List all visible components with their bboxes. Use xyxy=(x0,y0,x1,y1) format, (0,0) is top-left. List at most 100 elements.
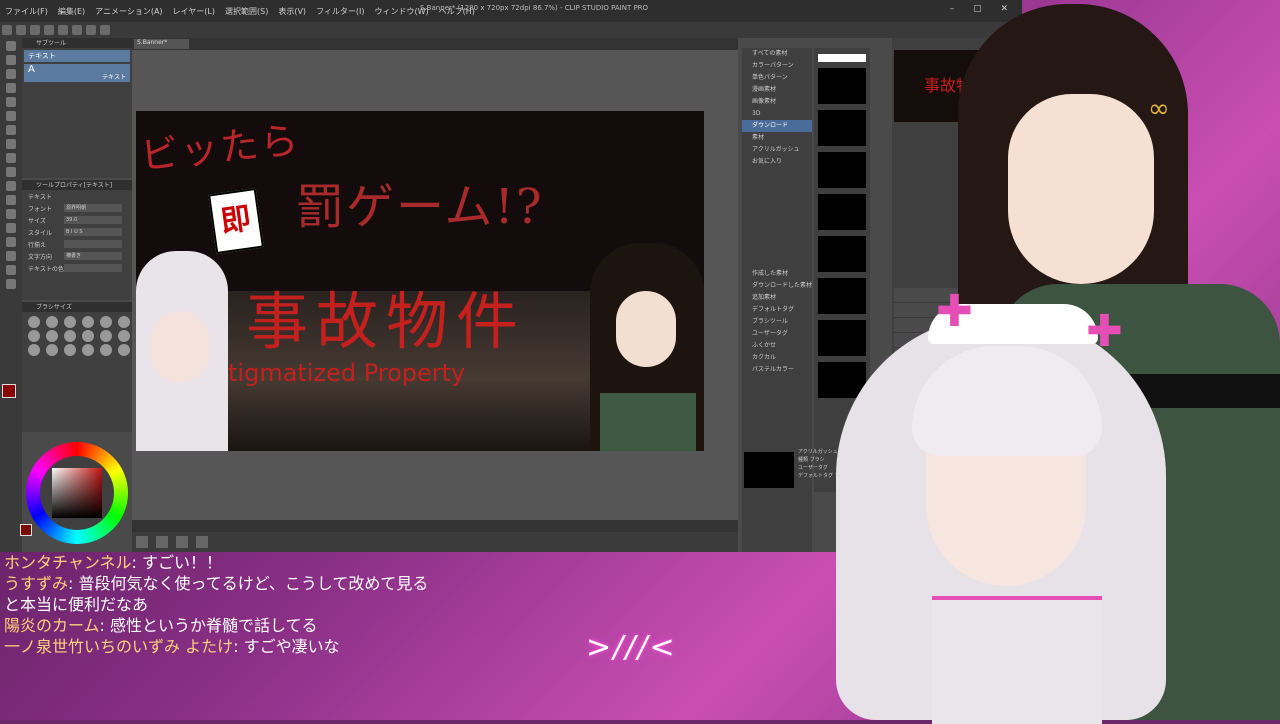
prop-align[interactable]: 行揃え xyxy=(22,238,132,250)
lasso-icon[interactable] xyxy=(6,83,16,93)
brush-size-dot[interactable] xyxy=(46,316,58,328)
undo-icon[interactable] xyxy=(44,25,54,35)
move-icon[interactable] xyxy=(6,55,16,65)
material-thumb[interactable] xyxy=(818,152,866,188)
zoom-out-icon[interactable] xyxy=(176,536,188,548)
cross-icon: ✚ xyxy=(936,286,973,337)
gradient-icon[interactable] xyxy=(6,209,16,219)
figure-icon[interactable] xyxy=(6,223,16,233)
brush-size-dot[interactable] xyxy=(100,344,112,356)
brush-size-dot[interactable] xyxy=(82,344,94,356)
brush-size-dot[interactable] xyxy=(82,316,94,328)
material-thumb[interactable] xyxy=(818,68,866,104)
redo-icon[interactable] xyxy=(58,25,68,35)
material-thumb[interactable] xyxy=(818,54,866,62)
brush-size-dot[interactable] xyxy=(64,344,76,356)
pen-icon[interactable] xyxy=(6,111,16,121)
material-thumb[interactable] xyxy=(818,194,866,230)
ruler-icon[interactable] xyxy=(6,251,16,261)
material-tree-item-selected[interactable]: ダウンロード xyxy=(742,120,812,132)
color-wheel[interactable] xyxy=(26,442,128,544)
material-tree-item[interactable]: すべての素材 xyxy=(742,48,812,60)
search-tag[interactable]: ユーザータグ xyxy=(742,328,812,340)
subtool-text-preview[interactable]: A テキスト xyxy=(24,64,130,82)
brush-size-dot[interactable] xyxy=(118,344,130,356)
material-tree-item[interactable]: 単色パターン xyxy=(742,72,812,84)
search-tag[interactable]: 作成した素材 xyxy=(742,268,812,280)
menu-view[interactable]: 表示(V) xyxy=(273,6,311,17)
prop-direction[interactable]: 文字方向 横書き xyxy=(22,250,132,262)
main-color-swatch[interactable] xyxy=(2,384,16,398)
prop-font[interactable]: フォント 源界明朝 xyxy=(22,202,132,214)
material-thumb[interactable] xyxy=(818,110,866,146)
brush-size-dot[interactable] xyxy=(28,344,40,356)
subtool-header: サブツール xyxy=(22,38,132,48)
saturation-value-square[interactable] xyxy=(52,468,102,518)
eraser-icon[interactable] xyxy=(6,181,16,191)
airbrush-icon[interactable] xyxy=(6,153,16,163)
material-tree-item[interactable]: アクリルガッシュ xyxy=(742,144,812,156)
brush-size-dot[interactable] xyxy=(46,330,58,342)
prop-text-color[interactable]: テキストの色 xyxy=(22,262,132,274)
sub-color-swatch[interactable] xyxy=(20,524,32,536)
zoom-icon[interactable] xyxy=(6,41,16,51)
menu-file[interactable]: ファイル(F) xyxy=(0,6,53,17)
brush-size-dot[interactable] xyxy=(64,316,76,328)
brush-size-dot[interactable] xyxy=(28,330,40,342)
search-tag[interactable]: ふくかせ xyxy=(742,340,812,352)
search-tag[interactable]: 追加素材 xyxy=(742,292,812,304)
search-tag[interactable]: ダウンロードした素材 xyxy=(742,280,812,292)
prop-style[interactable]: スタイル B I U S xyxy=(22,226,132,238)
brush-size-dot[interactable] xyxy=(100,330,112,342)
blend-icon[interactable] xyxy=(6,167,16,177)
search-tag[interactable]: ブラシツール xyxy=(742,316,812,328)
brush-size-dot[interactable] xyxy=(64,330,76,342)
brush-size-dot[interactable] xyxy=(100,316,112,328)
brush-size-dot[interactable] xyxy=(118,330,130,342)
text-tool-icon[interactable] xyxy=(6,265,16,275)
menu-filter[interactable]: フィルター(I) xyxy=(311,6,369,17)
brush-size-dot[interactable] xyxy=(82,330,94,342)
save-icon[interactable] xyxy=(30,25,40,35)
prop-size[interactable]: サイズ 39.0 xyxy=(22,214,132,226)
subtool-text-item[interactable]: テキスト xyxy=(24,50,130,62)
search-tag[interactable]: パステルカラー xyxy=(742,364,812,376)
menu-edit[interactable]: 編集(E) xyxy=(53,6,90,17)
thumbnail-artwork[interactable]: ビッたら 即 罰ゲーム!? 事故物件 tigmatized Property xyxy=(136,111,704,451)
clear-icon[interactable] xyxy=(72,25,82,35)
material-tree-item[interactable]: 画像素材 xyxy=(742,96,812,108)
material-thumb[interactable] xyxy=(818,236,866,272)
material-tree-item[interactable]: 漫画素材 xyxy=(742,84,812,96)
pencil-icon[interactable] xyxy=(6,125,16,135)
transform-icon[interactable] xyxy=(100,25,110,35)
brush-size-dot[interactable] xyxy=(28,316,40,328)
open-icon[interactable] xyxy=(16,25,26,35)
eyedropper-icon[interactable] xyxy=(6,97,16,107)
menu-layer[interactable]: レイヤー(L) xyxy=(168,6,220,17)
fill-icon[interactable] xyxy=(86,25,96,35)
select-icon[interactable] xyxy=(6,69,16,79)
rotate-icon[interactable] xyxy=(136,536,148,548)
search-tag[interactable]: カクカル xyxy=(742,352,812,364)
new-icon[interactable] xyxy=(2,25,12,35)
brush-size-dot[interactable] xyxy=(118,316,130,328)
subtool-panel: サブツール テキスト A テキスト xyxy=(22,38,132,178)
art-title-line1: ビッたら xyxy=(138,117,303,179)
material-tree-item[interactable]: 3D xyxy=(742,108,812,120)
menu-animation[interactable]: アニメーション(A) xyxy=(90,6,167,17)
frame-icon[interactable] xyxy=(6,237,16,247)
brush-icon[interactable] xyxy=(6,139,16,149)
art-title-line2: 罰ゲーム!? xyxy=(296,179,544,235)
balloon-icon[interactable] xyxy=(6,279,16,289)
brush-size-dot[interactable] xyxy=(46,344,58,356)
material-tree-item[interactable]: 素材 xyxy=(742,132,812,144)
search-tag[interactable]: デフォルトタグ xyxy=(742,304,812,316)
material-tree-item[interactable]: お気に入り xyxy=(742,156,812,168)
menu-selection[interactable]: 選択範囲(S) xyxy=(220,6,273,17)
canvas-tab[interactable]: S.Banner* xyxy=(134,39,189,49)
avatar-white-hair: ✚ ✚ xyxy=(816,286,1196,724)
flip-icon[interactable] xyxy=(156,536,168,548)
fill-tool-icon[interactable] xyxy=(6,195,16,205)
zoom-in-icon[interactable] xyxy=(196,536,208,548)
material-tree-item[interactable]: カラーパターン xyxy=(742,60,812,72)
